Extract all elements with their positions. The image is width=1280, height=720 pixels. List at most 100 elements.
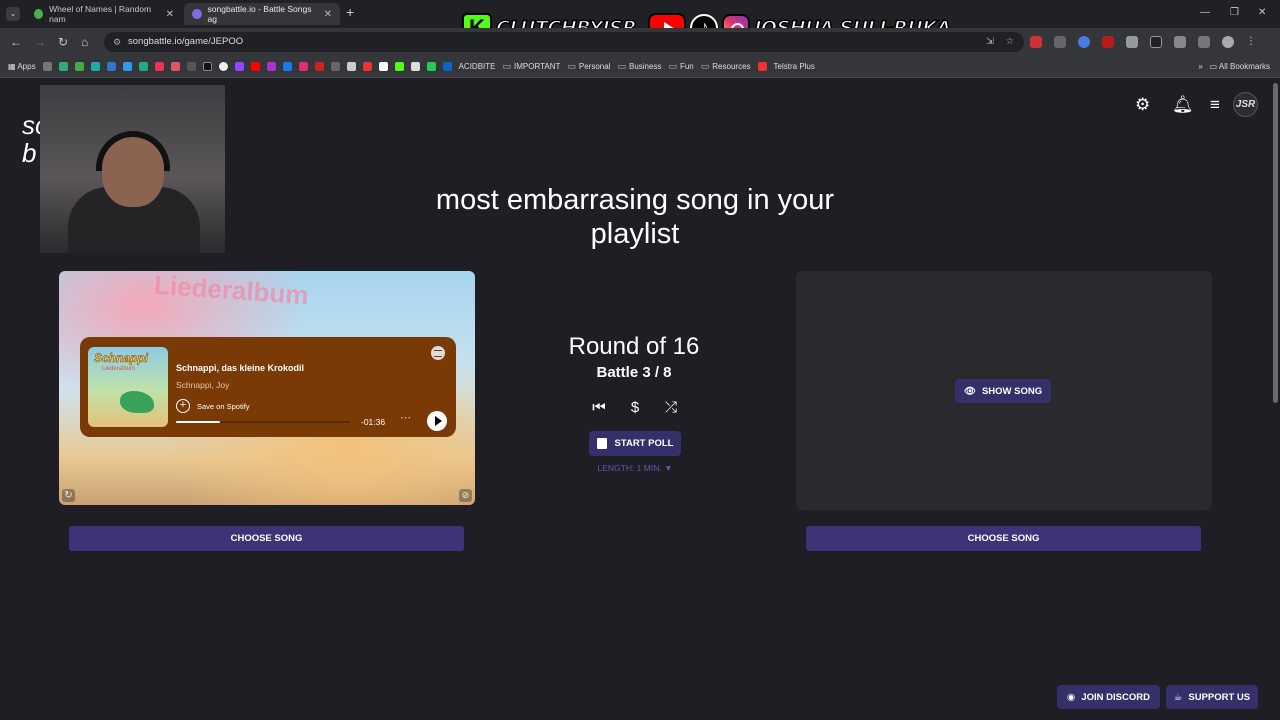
all-bookmarks-button[interactable]: » ▭ All Bookmarks (1198, 62, 1270, 71)
support-us-button[interactable]: ☕︎ SUPPORT US (1166, 685, 1258, 709)
tab-wheel-of-names[interactable]: Wheel of Names | Random nam ✕ (26, 3, 182, 25)
bookmark-icon[interactable] (314, 62, 324, 71)
round-label: Round of 16 (568, 333, 700, 360)
bookmark-folder-business[interactable]: Business (617, 61, 661, 72)
bookmark-star-icon[interactable]: ☆ (1005, 32, 1014, 52)
extension-icon[interactable] (1054, 36, 1066, 48)
page-scrollbar[interactable] (1273, 83, 1278, 403)
save-on-spotify-button[interactable]: + Save on Spotify (176, 399, 250, 413)
apps-label: Apps (17, 62, 36, 71)
choose-song-left-button[interactable]: CHOOSE SONG (69, 526, 464, 551)
extension-icon[interactable] (1126, 36, 1138, 48)
join-discord-label: JOIN DISCORD (1081, 691, 1150, 703)
bookmark-folder-important[interactable]: IMPORTANT (502, 61, 560, 72)
bookmark-icon[interactable] (410, 62, 420, 71)
track-artist[interactable]: Schnappi, Joy (176, 380, 229, 390)
choose-song-right-button[interactable]: CHOOSE SONG (806, 526, 1201, 551)
minimize-icon[interactable]: — (1200, 7, 1210, 18)
bookmark-icon[interactable] (42, 62, 52, 71)
bookmark-icon[interactable] (426, 62, 436, 71)
twitch-bookmark-icon[interactable] (234, 62, 244, 71)
previous-battle-icon[interactable]: ⏮︎ (589, 398, 609, 418)
shuffle-icon[interactable]: ⤮ (661, 398, 681, 418)
restore-icon[interactable]: ❐ (1230, 7, 1239, 18)
show-song-button[interactable]: 👁︎ SHOW SONG (955, 379, 1051, 403)
close-window-icon[interactable]: ✕ (1258, 7, 1266, 18)
playback-progress-bar[interactable] (176, 421, 350, 423)
bookmark-icon[interactable] (757, 62, 767, 71)
coin-flip-icon[interactable]: $ (625, 398, 645, 418)
profile-icon[interactable] (1222, 36, 1234, 48)
bookmark-icon[interactable] (90, 62, 100, 71)
bookmark-telstra-plus[interactable]: Telstra Plus (774, 62, 815, 71)
adblock-extension-icon[interactable] (1030, 36, 1042, 48)
left-song-card: Liederalbum Schnappi Liederalbum Schnapp… (59, 271, 475, 505)
user-avatar[interactable]: JSR (1233, 92, 1258, 117)
pdf-extension-icon[interactable] (1102, 36, 1114, 48)
x-bookmark-icon[interactable] (378, 62, 388, 71)
songbattle-favicon-icon (192, 9, 202, 19)
bookmark-icon[interactable] (362, 62, 372, 71)
notifications-bell-icon[interactable]: 🔔︎ (1172, 95, 1194, 115)
tab-title: songbattle.io - Battle Songs ag (207, 4, 312, 24)
track-title[interactable]: Schnappi, das kleine Krokodil (176, 363, 304, 373)
forward-icon[interactable]: → (34, 35, 46, 49)
tab-search-icon[interactable]: ⌄ (6, 7, 20, 21)
extensions-puzzle-icon[interactable] (1174, 36, 1186, 48)
bookmark-folder-personal[interactable]: Personal (567, 61, 611, 72)
wheel-favicon-icon (34, 9, 44, 19)
bookmark-icon[interactable] (330, 62, 340, 71)
youtube-bookmark-icon[interactable] (250, 62, 260, 71)
site-info-icon[interactable]: ⚙ (113, 32, 121, 52)
album-cover-title: Schnappi (94, 351, 149, 366)
reload-icon[interactable]: ↻ (58, 35, 68, 49)
close-tab-icon[interactable]: ✕ (166, 9, 174, 20)
bookmark-acidbite[interactable]: ACIDBITE (459, 62, 496, 71)
bookmark-icon[interactable] (58, 62, 68, 71)
instagram-bookmark-icon[interactable] (298, 62, 308, 71)
extensions-area: ⋮ (1030, 36, 1256, 48)
spotify-logo-icon[interactable] (431, 346, 445, 360)
browser-menu-icon[interactable]: ⋮ (1246, 36, 1256, 48)
install-icon[interactable]: ⇲ (986, 32, 994, 52)
bookmark-icon[interactable] (170, 62, 180, 71)
bookmark-icon[interactable] (106, 62, 116, 71)
bookmark-folder-resources[interactable]: Resources (701, 61, 750, 72)
bookmark-folder-fun[interactable]: Fun (668, 61, 694, 72)
linkedin-bookmark-icon[interactable] (442, 62, 452, 71)
poll-length-dropdown[interactable]: LENGTH: 1 MIN. ▼ (560, 463, 710, 473)
close-tab-icon[interactable]: ✕ (324, 9, 332, 20)
home-icon[interactable]: ⌂ (81, 35, 88, 49)
hamburger-menu-icon[interactable]: ≡ (1210, 95, 1220, 115)
play-button[interactable] (427, 411, 447, 431)
hide-eye-slash-icon[interactable]: ⊘ (459, 489, 472, 502)
tiktok-bookmark-icon[interactable] (202, 62, 212, 71)
join-discord-button[interactable]: ◉ JOIN DISCORD (1057, 685, 1160, 709)
folder-label: Business (628, 62, 662, 71)
bookmark-icon[interactable] (154, 62, 164, 71)
refresh-icon[interactable]: ↻ (62, 489, 75, 502)
media-icon[interactable] (1198, 36, 1210, 48)
facebook-bookmark-icon[interactable] (282, 62, 292, 71)
kick-bookmark-icon[interactable] (394, 62, 404, 71)
battle-counter: Battle 3 / 8 (596, 364, 672, 381)
bookmark-icon[interactable] (74, 62, 84, 71)
bookmark-icon[interactable] (122, 62, 132, 71)
start-poll-button[interactable]: START POLL (589, 431, 681, 456)
apps-bookmark[interactable]: ▦ Apps (8, 62, 36, 71)
bookmark-icon[interactable] (218, 62, 228, 71)
back-icon[interactable]: ← (10, 35, 22, 49)
bookmark-icon[interactable] (186, 62, 196, 71)
bookmark-icon[interactable] (346, 62, 356, 71)
extension-icon[interactable] (1078, 36, 1090, 48)
settings-gear-icon[interactable]: ⚙ (1135, 95, 1150, 115)
tab-songbattle[interactable]: songbattle.io - Battle Songs ag ✕ (184, 3, 340, 25)
browser-toolbar: ← → ↻ ⌂ ⚙ songbattle.io/game/JEPOO ⇲ ☆ ⋮ (0, 28, 1280, 56)
coffee-cup-icon: ☕︎ (1173, 691, 1183, 703)
extension-icon[interactable] (1150, 36, 1162, 48)
more-options-icon[interactable]: ⋯ (400, 411, 411, 424)
new-tab-button[interactable]: + (346, 4, 354, 20)
address-bar[interactable]: ⚙ songbattle.io/game/JEPOO ⇲ ☆ (104, 32, 1024, 52)
bookmark-icon[interactable] (138, 62, 148, 71)
bookmark-icon[interactable] (266, 62, 276, 71)
